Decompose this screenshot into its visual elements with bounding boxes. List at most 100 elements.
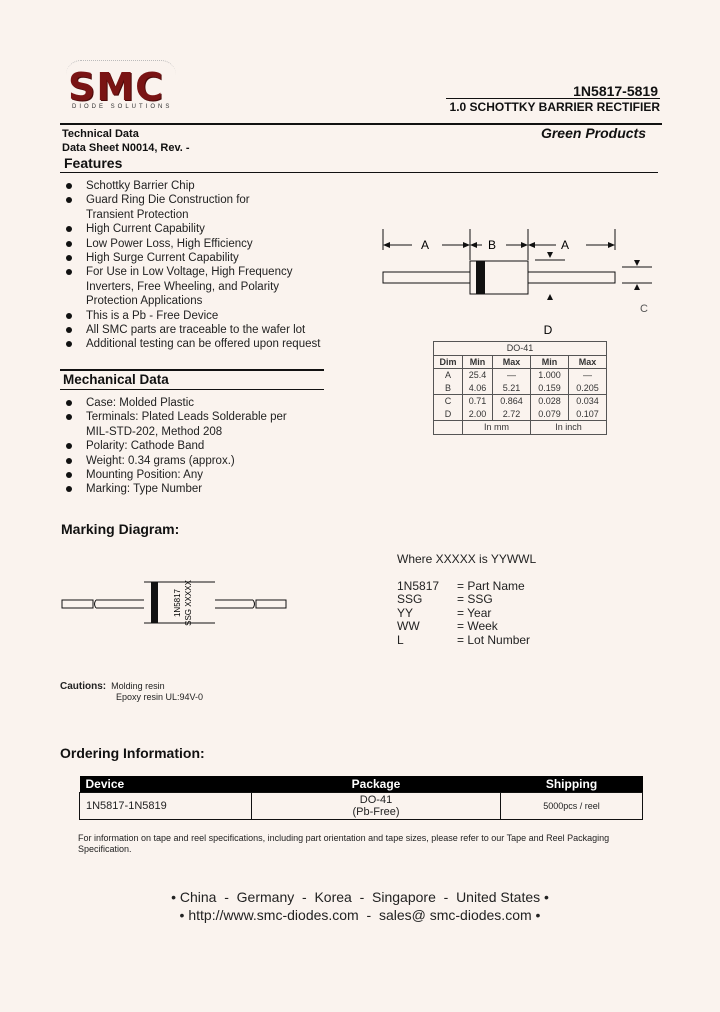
dim-label-a: A	[421, 238, 429, 252]
marking-part-name: 1N5817	[173, 588, 182, 617]
device-cell: 1N5817-1N5819	[79, 792, 252, 820]
dimension-value: 0.864	[492, 394, 531, 408]
dimension-value: 0.079	[529, 407, 569, 421]
cautions-label: Cautions:	[60, 681, 107, 692]
arrowhead	[521, 242, 528, 248]
dimension-value: 4.06	[462, 381, 493, 395]
arrowhead	[383, 242, 390, 248]
marking-diagram-drawing: 1N5817 SSG XXXXX	[61, 580, 287, 626]
legend-key: YY	[397, 605, 414, 620]
col-shipping: Shipping	[500, 776, 643, 793]
marking-code: SSG XXXXX	[184, 580, 193, 626]
marking-where: Where XXXXX is YYWWL	[397, 552, 537, 566]
lead-segment	[94, 599, 144, 609]
legend-row: WW = Week	[397, 619, 536, 634]
lead-segment	[255, 599, 287, 609]
lead-right	[527, 271, 616, 284]
arrowhead	[634, 260, 640, 266]
footer-locations: • China - Germany - Korea - Singapore - …	[171, 889, 549, 905]
part-number: 1N5817-5819	[573, 83, 658, 99]
dim-label-d: D	[544, 323, 553, 337]
legend-row: 1N5817 = Part Name	[397, 578, 536, 594]
dimension-value: 0.107	[567, 407, 608, 421]
arrowhead	[528, 242, 535, 248]
list-item-continuation: Protection Applications	[86, 295, 203, 308]
legend-key: L	[397, 632, 404, 647]
list-item: Marking: Type Number	[62, 482, 362, 496]
arrowhead	[547, 252, 553, 258]
cathode-band	[151, 582, 158, 623]
legend-key: 1N5817	[397, 578, 440, 593]
product-subtitle: 1.0 SCHOTTKY BARRIER RECTIFIER	[449, 100, 660, 114]
shipping-cell: 5000pcs / reel	[500, 792, 643, 820]
table-row: C 0.71 0.864 0.028 0.034	[432, 394, 608, 408]
caution-epoxy: Epoxy resin UL:94V-0	[116, 692, 204, 702]
mechanical-list: Case: Molded Plastic Terminals: Plated Le…	[62, 396, 362, 497]
dimension-value: 0.205	[567, 381, 608, 395]
dimension-header: Max	[492, 354, 531, 369]
dimension-value: —	[492, 368, 531, 382]
divider	[60, 172, 658, 173]
technical-data-label: Technical Data	[62, 128, 139, 140]
lead-left	[382, 271, 471, 284]
dimension-label: B	[432, 381, 464, 395]
cautions-block: Cautions: Molding resin Epoxy resin UL:9…	[60, 681, 203, 702]
list-item: Case: Molded Plastic	[62, 396, 362, 410]
list-item: Low Power Loss, High Efficiency	[62, 237, 362, 251]
legend-key: WW	[397, 619, 420, 633]
arrowhead	[463, 242, 470, 248]
dimension-table-title: DO-41	[433, 341, 607, 356]
table-row: B 4.06 5.21 0.159 0.205	[432, 381, 608, 395]
cathode-band	[476, 261, 485, 294]
col-package: Package	[251, 776, 501, 793]
list-item: High Surge Current Capability	[62, 251, 362, 265]
list-item: Terminals: Plated Leads Solderable per	[62, 410, 362, 424]
dimension-table: DO-41 Dim Min Max Min Max A 25.4—1.000— B 4.06 5…	[432, 341, 608, 435]
smc-logo: SMC	[68, 65, 165, 109]
legend-value: = Part Name	[457, 578, 525, 593]
divider	[60, 369, 324, 371]
list-item: Additional testing can be offered upon r…	[62, 337, 362, 351]
divider	[60, 389, 324, 390]
ordering-table: Device Package Shipping 1N5817-1N5819 DO…	[79, 776, 643, 820]
list-item: Weight: 0.34 grams (approx.)	[62, 454, 362, 468]
unit-mm: In mm	[462, 420, 531, 435]
arrowhead	[547, 294, 553, 300]
list-item: For Use in Low Voltage, High Frequency	[62, 265, 362, 279]
dimension-value: 0.028	[529, 394, 569, 408]
ordering-heading: Ordering Information:	[60, 745, 205, 761]
legend-row: L = Lot Number	[397, 632, 536, 648]
footer: • China - Germany - Korea - Singapore - …	[0, 888, 720, 924]
dimension-value: 2.00	[462, 407, 493, 421]
list-item: Mounting Position: Any	[62, 468, 362, 482]
list-item: Schottky Barrier Chip	[62, 179, 362, 193]
legend-key: SSG	[397, 592, 423, 606]
arrowhead	[470, 242, 477, 248]
technical-data-block: Technical Data Data Sheet N0014, Rev. -	[62, 127, 190, 155]
dimension-label: A	[432, 368, 464, 382]
legend-value: = SSG	[457, 592, 493, 606]
dim-label-c: C	[640, 303, 648, 315]
list-item-continuation: Transient Protection	[86, 208, 189, 221]
dimension-label: D	[432, 407, 464, 421]
dimension-value: 0.159	[529, 381, 569, 395]
dimension-value: 1.000	[529, 368, 569, 382]
package-cell: DO-41 (Pb-Free)	[251, 792, 501, 820]
features-list: Schottky Barrier Chip Guard Ring Die Cons…	[62, 179, 362, 352]
dim-label-b: B	[488, 238, 496, 252]
footer-contact[interactable]: • http://www.smc-diodes.com - sales@ smc…	[0, 906, 720, 924]
legend-row: YY = Year	[397, 605, 536, 621]
dimension-header: Dim	[432, 354, 464, 369]
package-note: (Pb-Free)	[352, 806, 400, 818]
legend-value: = Lot Number	[457, 632, 531, 647]
list-item: Polarity: Cathode Band	[62, 439, 362, 453]
dimension-value: 25.4	[462, 368, 493, 382]
table-row: D 2.00 2.72 0.079 0.107	[432, 407, 608, 421]
dimension-value: 0.034	[567, 394, 608, 408]
dimension-label: C	[432, 394, 464, 408]
package-outline-drawing: A B A C D	[382, 229, 652, 337]
list-item-continuation: Inverters, Free Wheeling, and Polarity	[86, 280, 280, 293]
tape-reel-note: For information on tape and reel specifi…	[78, 833, 610, 854]
legend-value: = Year	[457, 605, 492, 620]
arrowhead	[608, 242, 615, 248]
